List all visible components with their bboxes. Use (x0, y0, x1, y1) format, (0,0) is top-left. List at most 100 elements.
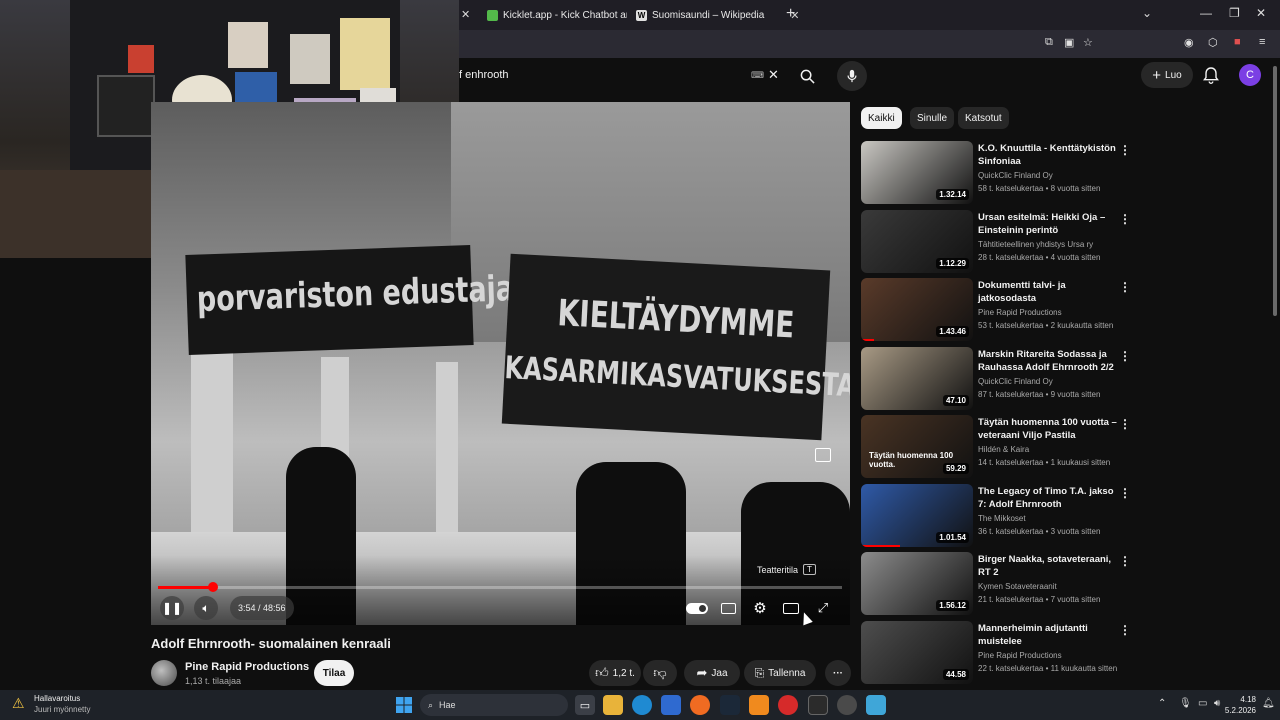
tray-chevron-icon[interactable]: ⌃ (1158, 698, 1166, 709)
share-button[interactable]: ➦ Jaa (684, 660, 740, 686)
voice-search-button[interactable] (837, 61, 867, 91)
bookmark-star-icon[interactable]: ☆ (1083, 36, 1093, 49)
video-player[interactable]: porvariston edustajat ! KIELTÄYDYMME KAS… (151, 102, 850, 625)
file-explorer-icon[interactable] (603, 695, 623, 715)
recommendation-title[interactable]: Dokumentti talvi- ja jatkosodasta (978, 279, 1118, 305)
new-tab-icon[interactable]: + (786, 5, 795, 23)
recommendation-item[interactable]: 44.58 Mannerheimin adjutantti muistelee Pi… (861, 620, 1141, 684)
recommendation-item[interactable]: 1.43.46 Dokumentti talvi- ja jatkosodasta… (861, 278, 1141, 341)
video-thumbnail[interactable]: Täytän huomenna 100 vuotta. 59.29 (861, 415, 973, 478)
addon-icon[interactable]: ■ (1234, 36, 1241, 48)
video-thumbnail[interactable]: 1.32.14 (861, 141, 973, 204)
settings-button[interactable]: ⚙ (748, 596, 772, 620)
recommendation-item[interactable]: 47.10 Marskin Ritareita Sodassa ja Rauhas… (861, 346, 1141, 410)
recommendation-item[interactable]: 1.32.14 K.O. Knuuttila - Kenttätykistön S… (861, 141, 1141, 204)
microphone-tray-icon[interactable]: 🎙︎ (1179, 698, 1192, 709)
close-tab-icon[interactable]: ✕ (461, 8, 470, 21)
chip-katsotut[interactable]: Katsotut (958, 107, 1009, 129)
more-vertical-icon[interactable]: ⋮ (1119, 280, 1131, 294)
video-thumbnail[interactable]: 1.43.46 (861, 278, 973, 341)
recommendation-title[interactable]: Täytän huomenna 100 vuotta – veteraani V… (978, 416, 1118, 442)
opera-icon[interactable] (778, 695, 798, 715)
restore-icon[interactable]: ❐ (1229, 6, 1240, 20)
reader-view-icon[interactable]: ▣ (1064, 36, 1074, 49)
recommendation-title[interactable]: K.O. Knuuttila - Kenttätykistön Sinfonia… (978, 142, 1118, 168)
search-button[interactable] (791, 62, 823, 90)
firefox-icon[interactable] (690, 695, 710, 715)
account-avatar[interactable]: C (1239, 64, 1261, 86)
recommendation-title[interactable]: Mannerheimin adjutantti muistelee (978, 622, 1118, 648)
notifications-button[interactable] (1200, 64, 1222, 86)
progress-scrubber[interactable] (207, 582, 218, 592)
recommendation-title[interactable]: The Legacy of Timo T.A. jakso 7: Adolf E… (978, 485, 1118, 511)
more-vertical-icon[interactable]: ⋮ (1119, 486, 1131, 500)
recommendation-channel[interactable]: Pine Rapid Productions (978, 651, 1062, 660)
account-icon[interactable]: ◉ (1184, 36, 1194, 49)
minimize-icon[interactable]: — (1200, 6, 1212, 20)
url-bar[interactable] (459, 30, 1280, 58)
system-clock[interactable]: 4.18 5.2.2026 (1216, 694, 1256, 716)
recommendation-channel[interactable]: Hildén & Kaira (978, 445, 1029, 454)
search-input[interactable]: f enhrooth (459, 69, 509, 81)
recommendation-title[interactable]: Birger Naakka, sotaveteraani, RT 2 (978, 553, 1118, 579)
video-thumbnail[interactable]: 1.01.54 (861, 483, 973, 547)
start-button[interactable] (394, 695, 414, 715)
channel-name[interactable]: Pine Rapid Productions (185, 661, 309, 673)
recommendation-channel[interactable]: Tähtitieteellinen yhdistys Ursa ry (978, 240, 1093, 249)
tab-list-chevron-icon[interactable]: ⌄ (1142, 6, 1152, 20)
create-button[interactable]: + Luo (1141, 62, 1193, 88)
app-icon[interactable] (837, 695, 857, 715)
tab-wikipedia[interactable]: W Suomisaundi – Wikipedia ✕ (636, 4, 800, 26)
progress-bar[interactable] (158, 586, 842, 589)
chip-kaikki[interactable]: Kaikki (861, 107, 902, 129)
video-thumbnail[interactable]: 44.58 (861, 620, 973, 684)
task-view-icon[interactable]: ▭ (575, 695, 595, 715)
recommendation-channel[interactable]: QuickClic Finland Oy (978, 377, 1053, 386)
chip-sinulle[interactable]: Sinulle (910, 107, 955, 129)
recommendation-item[interactable]: Täytän huomenna 100 vuotta. 59.29 Täytän h… (861, 415, 1141, 478)
notification-bell-icon[interactable]: 🔔︎ (1262, 698, 1275, 709)
video-thumbnail[interactable]: 1.12.29 (861, 209, 973, 273)
extensions-icon[interactable]: ⬡ (1208, 36, 1218, 49)
store-icon[interactable] (661, 695, 681, 715)
like-button[interactable]: 👍︎ 1,2 t. (589, 660, 641, 686)
keyboard-icon[interactable]: ⌨ (751, 70, 764, 81)
recommendation-channel[interactable]: Kymen Sotaveteraanit (978, 582, 1057, 591)
more-vertical-icon[interactable]: ⋮ (1119, 349, 1131, 363)
recommendation-title[interactable]: Ursan esitelmä: Heikki Oja – Einsteinin … (978, 211, 1118, 237)
tab-kicklet[interactable]: Kicklet.app - Kick Chatbot and C ✕ (487, 4, 646, 26)
more-actions-button[interactable]: ··· (825, 660, 851, 686)
scrollbar-thumb[interactable] (1273, 66, 1277, 316)
notepad-icon[interactable] (866, 695, 886, 715)
more-vertical-icon[interactable]: ⋮ (1119, 554, 1131, 568)
more-vertical-icon[interactable]: ⋮ (1119, 623, 1131, 637)
network-icon[interactable]: ▭ (1198, 698, 1207, 709)
subtitles-button[interactable] (716, 596, 740, 620)
subscribe-button[interactable]: Tilaa (314, 660, 354, 686)
save-button[interactable]: ⎘ Tallenna (744, 660, 816, 686)
recommendation-item[interactable]: 1.01.54 The Legacy of Timo T.A. jakso 7: … (861, 483, 1141, 547)
fullscreen-button[interactable]: ⤢ (811, 596, 835, 620)
autoplay-toggle[interactable] (682, 596, 712, 620)
more-vertical-icon[interactable]: ⋮ (1119, 212, 1131, 226)
warning-icon[interactable]: ⚠ (12, 695, 25, 712)
pause-button[interactable]: ❚❚ (160, 596, 184, 620)
mute-button[interactable]: 🔈︎ (194, 596, 218, 620)
recommendation-item[interactable]: 1.56.12 Birger Naakka, sotaveteraani, RT … (861, 552, 1141, 615)
channel-avatar[interactable] (151, 660, 177, 686)
more-vertical-icon[interactable]: ⋮ (1119, 417, 1131, 431)
edge-browser-icon[interactable] (632, 695, 652, 715)
steam-icon[interactable] (720, 695, 740, 715)
recommendation-title[interactable]: Marskin Ritareita Sodassa ja Rauhassa Ad… (978, 348, 1118, 374)
video-thumbnail[interactable]: 47.10 (861, 346, 973, 410)
recommendation-item[interactable]: 1.12.29 Ursan esitelmä: Heikki Oja – Eins… (861, 209, 1141, 273)
more-vertical-icon[interactable]: ⋮ (1119, 143, 1131, 157)
menu-icon[interactable]: ≡ (1259, 36, 1265, 48)
recommendation-channel[interactable]: The Mikkoset (978, 514, 1026, 523)
clear-search-icon[interactable]: ✕ (768, 67, 779, 83)
recommendation-channel[interactable]: Pine Rapid Productions (978, 308, 1062, 317)
close-window-icon[interactable]: ✕ (1256, 6, 1266, 20)
weather-warning-title[interactable]: Hallavaroitus (34, 694, 80, 703)
recommendation-channel[interactable]: QuickClic Finland Oy (978, 171, 1053, 180)
taskbar-search[interactable]: ⌕ Hae (420, 694, 568, 716)
